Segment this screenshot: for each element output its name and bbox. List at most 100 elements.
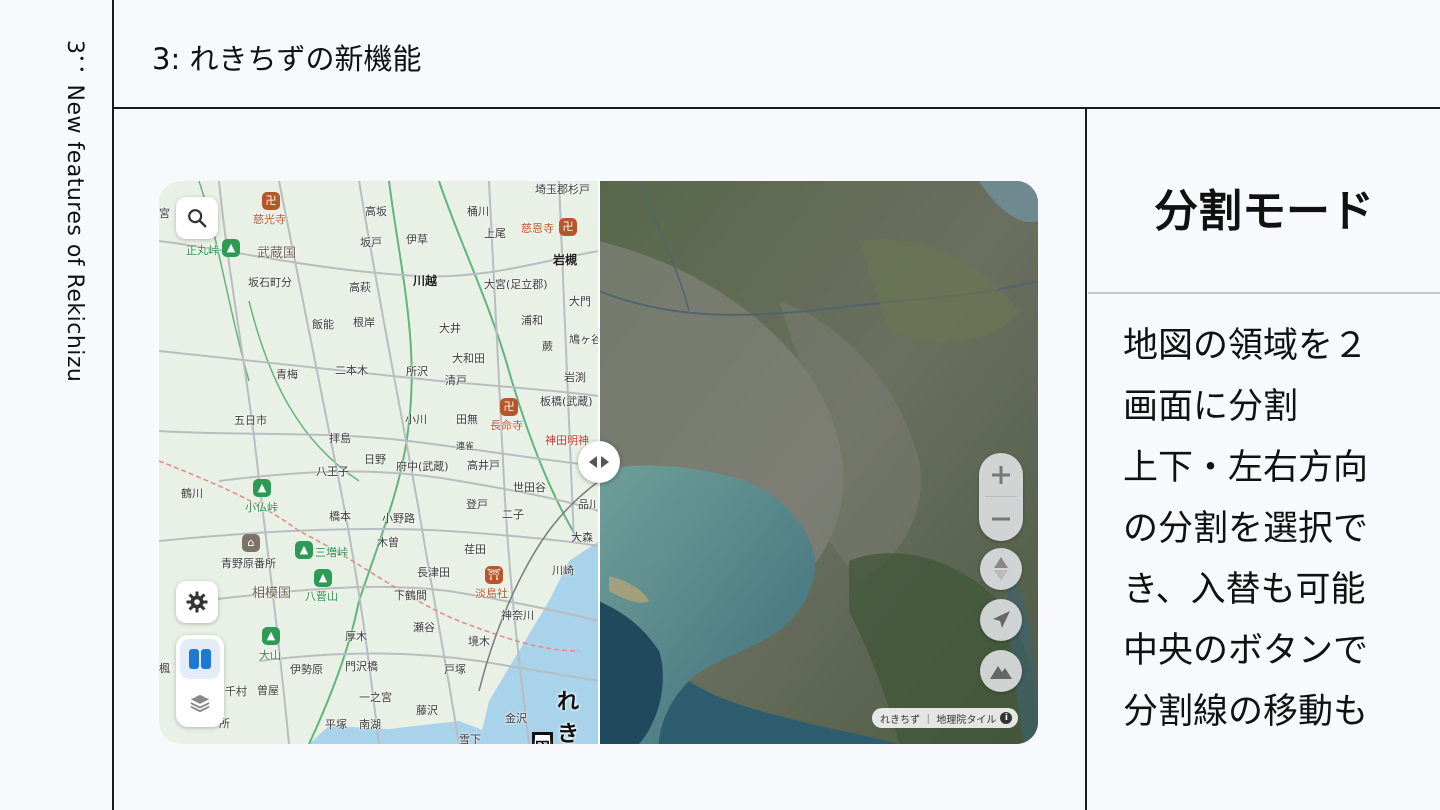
mode-toolbar <box>176 635 224 727</box>
place-label: 拝島 <box>329 432 351 445</box>
place-label: 浦和 <box>521 314 543 327</box>
place-label: 二本木 <box>335 364 368 377</box>
map-attribution: れきちず ｜ 地理院タイル i <box>872 708 1019 728</box>
place-label: 伊勢原 <box>290 663 323 676</box>
page-title: 3: れきちずの新機能 <box>152 42 422 76</box>
place-label: 楓 <box>159 662 170 675</box>
place-label: 小川 <box>405 413 427 426</box>
place-label: 武蔵国 <box>257 246 297 261</box>
place-label: 府中(武蔵) <box>396 460 449 473</box>
split-map[interactable]: 宮 卍 慈光寺 高坂 ▲ 正丸峠 武蔵国 坂戸 伊草 桶川 上尾 慈恩寺 卍 埼… <box>159 181 1038 744</box>
place-label: 慈光寺 <box>253 213 286 226</box>
logo-mark: 図 <box>532 732 554 744</box>
place-label: 登戸 <box>466 498 488 511</box>
place-label: 千村 <box>225 685 247 698</box>
place-label: 桶川 <box>467 205 489 218</box>
place-label: 戸塚 <box>444 663 466 676</box>
place-label: 八王子 <box>316 465 349 478</box>
place-label: 蕨 <box>542 340 553 353</box>
panel-line: の分割を選択で <box>1123 509 1369 549</box>
mountain-icon: ▲ <box>262 627 280 645</box>
panel-line: 中央のボタンで <box>1123 631 1369 671</box>
place-label: 門沢橋 <box>345 660 378 673</box>
place-label: 正丸峠 <box>186 244 219 257</box>
place-label: 川崎 <box>552 564 574 577</box>
historical-map-pane[interactable]: 宮 卍 慈光寺 高坂 ▲ 正丸峠 武蔵国 坂戸 伊草 桶川 上尾 慈恩寺 卍 埼… <box>159 181 599 744</box>
panel-title: 分割モード <box>1154 186 1374 237</box>
place-label: 川越 <box>413 274 438 288</box>
place-label: 小野路 <box>382 512 415 525</box>
place-label: 大宮(足立郡) <box>484 278 548 291</box>
place-label: 連雀 <box>456 442 475 452</box>
compass-button[interactable] <box>980 548 1022 590</box>
place-label: 清戸 <box>445 374 467 387</box>
place-label: 鶴川 <box>181 487 203 500</box>
place-label: 三増峠 <box>315 546 348 559</box>
place-label: 岩渕 <box>564 371 586 384</box>
zoom-control <box>979 453 1023 541</box>
place-label: 大森 <box>571 531 593 544</box>
place-label: 八菅山 <box>305 590 338 603</box>
split-handle-button[interactable] <box>578 441 620 483</box>
place-label: 伊草 <box>406 233 428 246</box>
panel-divider-vertical <box>1085 108 1087 810</box>
place-label: 二子 <box>502 508 524 521</box>
place-label: 厚木 <box>345 630 367 643</box>
place-label: 境木 <box>468 635 490 648</box>
left-right-arrows-icon <box>589 456 609 468</box>
place-label: 神田明神 <box>545 434 589 447</box>
place-label: 岩槻 <box>553 253 578 267</box>
place-label: 橋本 <box>329 510 351 523</box>
place-label: 杉戸 <box>568 183 590 196</box>
terrain-button[interactable] <box>980 650 1022 692</box>
minus-icon <box>992 517 1010 521</box>
place-label: 高井戸 <box>467 459 500 472</box>
place-label: 世田谷 <box>513 481 546 494</box>
place-label: 瀬谷 <box>413 621 435 634</box>
place-label: 埼玉郡 <box>535 183 568 196</box>
satellite-map-pane[interactable] <box>599 181 1038 744</box>
location-arrow-icon <box>993 611 1010 628</box>
settings-button[interactable] <box>176 581 218 623</box>
panel-line: 地図の領域を２ <box>1123 326 1369 366</box>
place-label: 高坂 <box>365 205 387 218</box>
gear-icon <box>186 591 208 613</box>
rekichizu-logo: 図 れきちず <box>532 684 599 744</box>
checkpoint-icon: ⌂ <box>242 534 260 552</box>
panel-line: 上下・左右方向 <box>1123 448 1369 488</box>
place-label: 坂石町分 <box>248 276 292 289</box>
info-icon[interactable]: i <box>1000 712 1013 724</box>
attribution-text: れきちず ｜ 地理院タイル <box>880 714 997 726</box>
place-label: 板橋(武蔵) <box>540 395 593 408</box>
place-label: 大山 <box>259 649 281 662</box>
layers-button[interactable] <box>180 683 220 723</box>
place-label: 雪下 <box>459 733 481 744</box>
search-icon <box>188 209 207 228</box>
geolocate-button[interactable] <box>980 599 1022 641</box>
place-label: 淡島社 <box>475 587 508 600</box>
place-label: 神奈川 <box>501 609 534 622</box>
place-label: 長津田 <box>417 566 450 579</box>
place-label: 慈恩寺 <box>521 222 554 235</box>
place-label: 下鶴間 <box>394 589 427 602</box>
place-label: 荏田 <box>464 543 486 556</box>
place-label: 大門 <box>569 295 591 308</box>
zoom-out-button[interactable] <box>979 497 1023 541</box>
mountain-icon: ▲ <box>253 479 271 497</box>
search-button[interactable] <box>176 197 218 239</box>
place-label: 高萩 <box>349 281 371 294</box>
mountain-icon <box>990 666 1012 679</box>
layers-icon <box>190 694 210 713</box>
split-mode-button[interactable] <box>180 639 220 679</box>
place-label: 根岸 <box>353 316 375 329</box>
panel-description: 地図の領域を２ 画面に分割 上下・左右方向 の分割を選択で き、入替も可能 中央… <box>1123 316 1423 743</box>
plus-icon <box>992 466 1010 484</box>
compass-icon <box>994 557 1008 581</box>
place-label: 品川 <box>578 498 599 511</box>
shrine-icon: ⛩ <box>485 566 503 584</box>
logo-text: れきちず <box>557 690 580 744</box>
zoom-in-button[interactable] <box>979 453 1023 497</box>
place-label: 小仏峠 <box>245 501 278 514</box>
place-label: 青野原番所 <box>221 557 276 570</box>
place-label: 青梅 <box>276 368 298 381</box>
